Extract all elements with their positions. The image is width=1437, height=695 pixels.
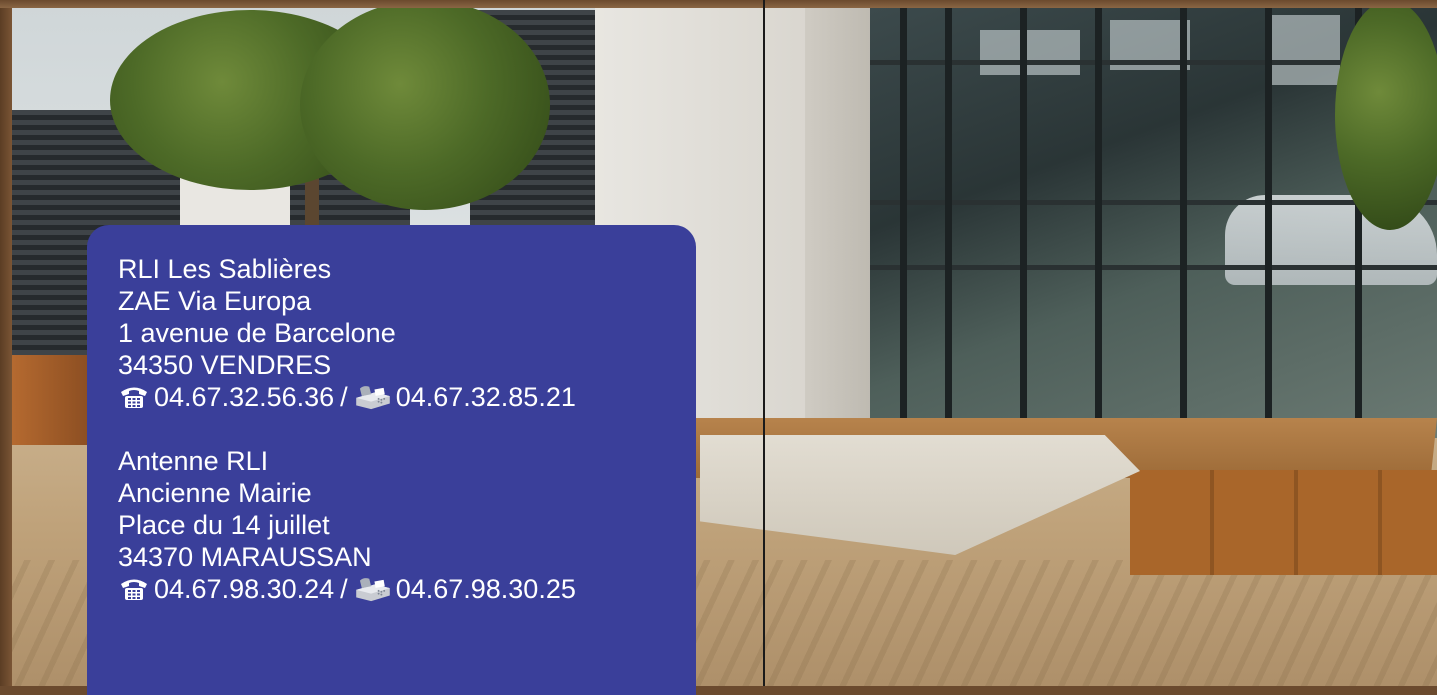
address-line: 34350 VENDRES [118,350,332,380]
address-line: Ancienne Mairie [118,478,312,508]
address-line: ZAE Via Europa [118,286,312,316]
fax-number: 04.67.98.30.25 [395,574,576,604]
address-line: 34370 MARAUSSAN [118,542,372,572]
phone-number: 04.67.32.56.36 [154,382,335,412]
glass-mullion [1265,8,1272,433]
glass-transom [870,200,1437,205]
deck-front [1130,470,1437,575]
left-frame-strip [0,0,12,686]
glass-reflection [980,30,1080,75]
telephone-icon [121,579,147,600]
top-frame-strip [0,0,1437,8]
address-line: Place du 14 juillet [118,510,330,540]
contact-name: RLI Les Sablières [118,254,332,284]
glass-mullion [945,8,952,433]
telephone-icon [121,387,147,408]
phone-number: 04.67.98.30.24 [154,574,335,604]
photo-divider-line [763,0,765,686]
separator: / [340,574,348,604]
glass-mullion [1020,8,1027,433]
fax-number: 04.67.32.85.21 [395,382,576,412]
fax-machine-icon [355,578,390,602]
contact-block-vendres: RLI Les Sablières ZAE Via Europa 1 avenu… [118,253,696,413]
glass-mullion [1180,8,1187,433]
phone-fax-line: 04.67.32.56.36 / 04.67.32.85.21 [118,381,696,413]
tree [1335,0,1437,230]
planter-box [12,355,87,445]
phone-fax-line: 04.67.98.30.24 / 04.67.98.30.25 [118,573,696,605]
contact-panel: RLI Les Sablières ZAE Via Europa 1 avenu… [87,225,696,695]
contact-name: Antenne RLI [118,446,269,476]
glass-mullion [900,8,907,433]
glass-mullion [1095,8,1102,433]
fax-machine-icon [355,386,390,410]
wall-section [805,8,875,428]
glass-transom [870,265,1437,270]
glass-reflection [1270,15,1340,85]
address-line: 1 avenue de Barcelone [118,318,396,348]
separator: / [340,382,348,412]
contact-block-maraussan: Antenne RLI Ancienne Mairie Place du 14 … [118,445,696,605]
tree [300,0,550,210]
